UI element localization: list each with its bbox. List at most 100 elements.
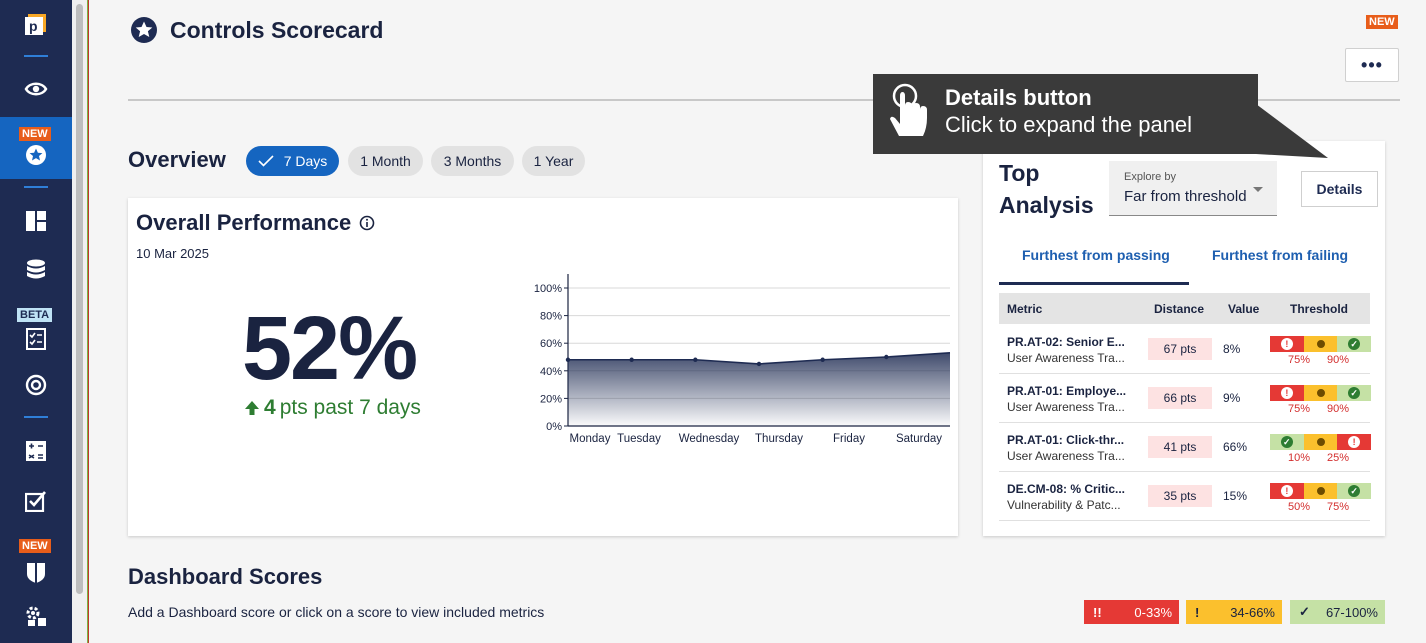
data-point — [820, 357, 825, 362]
check-icon: ✓ — [1280, 436, 1293, 448]
check-icon: ✓ — [1348, 387, 1361, 399]
warning-icon — [1314, 485, 1327, 497]
app-logo[interactable]: p — [0, 0, 72, 50]
divider-line — [88, 0, 89, 643]
threshold-segment: ! — [1270, 336, 1304, 352]
x-tick-label: Wednesday — [679, 433, 740, 445]
dashboard-scores-subtitle: Add a Dashboard score or click on a scor… — [128, 604, 545, 620]
sidebar-item-shield[interactable]: NEW — [0, 533, 72, 591]
explore-by-value: Far from threshold — [1124, 188, 1247, 205]
range-pill-1-month[interactable]: 1 Month — [348, 146, 423, 176]
data-point — [693, 357, 698, 362]
page-header: Controls Scorecard — [130, 16, 383, 44]
sidebar-divider — [24, 55, 48, 57]
check-icon: ✓ — [1348, 485, 1361, 497]
threshold-segment: ✓ — [1337, 483, 1372, 499]
x-tick-label: Monday — [570, 433, 611, 445]
metric-value: 9% — [1223, 391, 1241, 405]
x-tick-label: Thursday — [755, 433, 803, 445]
distance-badge: 67 pts — [1148, 338, 1212, 360]
column-header[interactable]: Threshold — [1290, 302, 1348, 316]
range-pill-7-days[interactable]: 7 Days — [246, 146, 339, 176]
warning-icon — [1314, 387, 1327, 399]
alert-icon: ! — [1348, 436, 1361, 448]
overall-score: 52% — [242, 299, 418, 399]
legend-icon: ! — [1195, 604, 1200, 620]
metric-name: PR.AT-02: Senior E... — [1007, 335, 1125, 349]
threshold-segment — [1303, 336, 1338, 352]
threshold-low: 10% — [1288, 452, 1311, 464]
data-point — [756, 361, 762, 367]
y-tick-label: 60% — [540, 338, 562, 350]
target-icon — [25, 374, 47, 396]
sidebar-divider — [24, 186, 48, 188]
sidebar-scrollbar[interactable] — [72, 0, 88, 643]
metric-category: User Awareness Tra... — [1007, 400, 1125, 414]
dashboard-scores-title: Dashboard Scores — [128, 564, 323, 589]
sidebar: p NEW BETA NEW — [0, 0, 72, 643]
performance-title: Overall Performance — [136, 210, 375, 236]
distance-badge: 66 pts — [1148, 387, 1212, 409]
threshold-bar: ! ✓ — [1270, 385, 1372, 401]
metric-value: 8% — [1223, 342, 1241, 356]
range-pill-label: 1 Year — [533, 153, 574, 169]
threshold-low: 75% — [1288, 354, 1311, 366]
table-row[interactable]: PR.AT-01: Employe... User Awareness Tra..… — [999, 374, 1372, 423]
sidebar-item-scorecard[interactable]: NEW — [0, 117, 72, 179]
y-tick-label: 0% — [546, 421, 562, 433]
check-icon — [258, 155, 274, 167]
table-row[interactable]: DE.CM-08: % Critic... Vulnerability & Pat… — [999, 472, 1372, 521]
sidebar-item-overview[interactable] — [0, 64, 72, 114]
range-pill-1-year[interactable]: 1 Year — [522, 146, 585, 176]
distance-badge: 35 pts — [1148, 485, 1212, 507]
explore-by-select[interactable]: Explore by Far from threshold — [1109, 161, 1277, 216]
eye-icon — [24, 82, 48, 96]
dropdown-caret-icon — [1253, 187, 1263, 192]
delta-value: 4 — [264, 396, 276, 419]
checkbox-icon — [25, 491, 46, 512]
logo-icon: p — [25, 14, 46, 35]
more-options-button[interactable]: ••• — [1345, 48, 1399, 82]
table-row[interactable]: PR.AT-02: Senior E... User Awareness Tra.… — [999, 325, 1372, 374]
beta-badge: BETA — [17, 308, 53, 322]
sidebar-item-targets[interactable] — [0, 360, 72, 410]
scroll-thumb[interactable] — [76, 4, 83, 594]
info-icon[interactable] — [359, 215, 375, 231]
data-point — [629, 357, 634, 362]
arrow-up-icon — [245, 401, 259, 415]
sidebar-item-dashboards[interactable] — [0, 196, 72, 246]
legend-label: 67-100% — [1325, 604, 1378, 620]
tab-furthest-from-failing[interactable]: Furthest from failing — [1212, 247, 1348, 263]
tooltip-text: Click to expand the panel — [945, 112, 1193, 137]
sidebar-item-data[interactable] — [0, 246, 72, 296]
performance-chart: 0% 20% 40% 60% 80% 100% Monday Tuesday Wednesday… — [534, 274, 951, 445]
x-tick-label: Saturday — [896, 433, 942, 445]
overview-heading: Overview — [128, 147, 226, 172]
active-tab-indicator — [999, 282, 1189, 285]
title-line: Analysis — [999, 192, 1094, 218]
sidebar-item-reports[interactable]: BETA — [0, 300, 72, 358]
sidebar-item-tasks[interactable] — [0, 476, 72, 526]
tab-furthest-from-passing[interactable]: Furthest from passing — [1022, 247, 1170, 263]
sidebar-item-calculator[interactable] — [0, 426, 72, 476]
sidebar-item-settings[interactable] — [0, 591, 72, 641]
new-badge: NEW — [19, 127, 51, 141]
metric-value: 66% — [1223, 440, 1248, 454]
details-button[interactable]: Details — [1301, 171, 1378, 207]
threshold-high: 90% — [1327, 354, 1350, 366]
table-row[interactable]: PR.AT-01: Click-thr... User Awareness Tra… — [999, 423, 1372, 472]
alert-icon: ! — [1280, 387, 1293, 399]
legend-label: 34-66% — [1230, 604, 1275, 620]
performance-title-text: Overall Performance — [136, 210, 352, 235]
threshold-bar: ✓! — [1270, 434, 1372, 450]
column-header[interactable]: Metric — [1007, 302, 1042, 316]
score-legend-item: ! 34-66% — [1186, 600, 1282, 624]
threshold-segment: ✓ — [1337, 336, 1372, 352]
warning-icon — [1314, 436, 1327, 448]
range-pill-3-months[interactable]: 3 Months — [431, 146, 514, 176]
warning-icon — [1314, 338, 1327, 350]
column-header[interactable]: Value — [1228, 302, 1259, 316]
y-tick-label: 80% — [540, 311, 562, 323]
column-header[interactable]: Distance — [1154, 302, 1204, 316]
range-pill-label: 7 Days — [283, 153, 328, 169]
